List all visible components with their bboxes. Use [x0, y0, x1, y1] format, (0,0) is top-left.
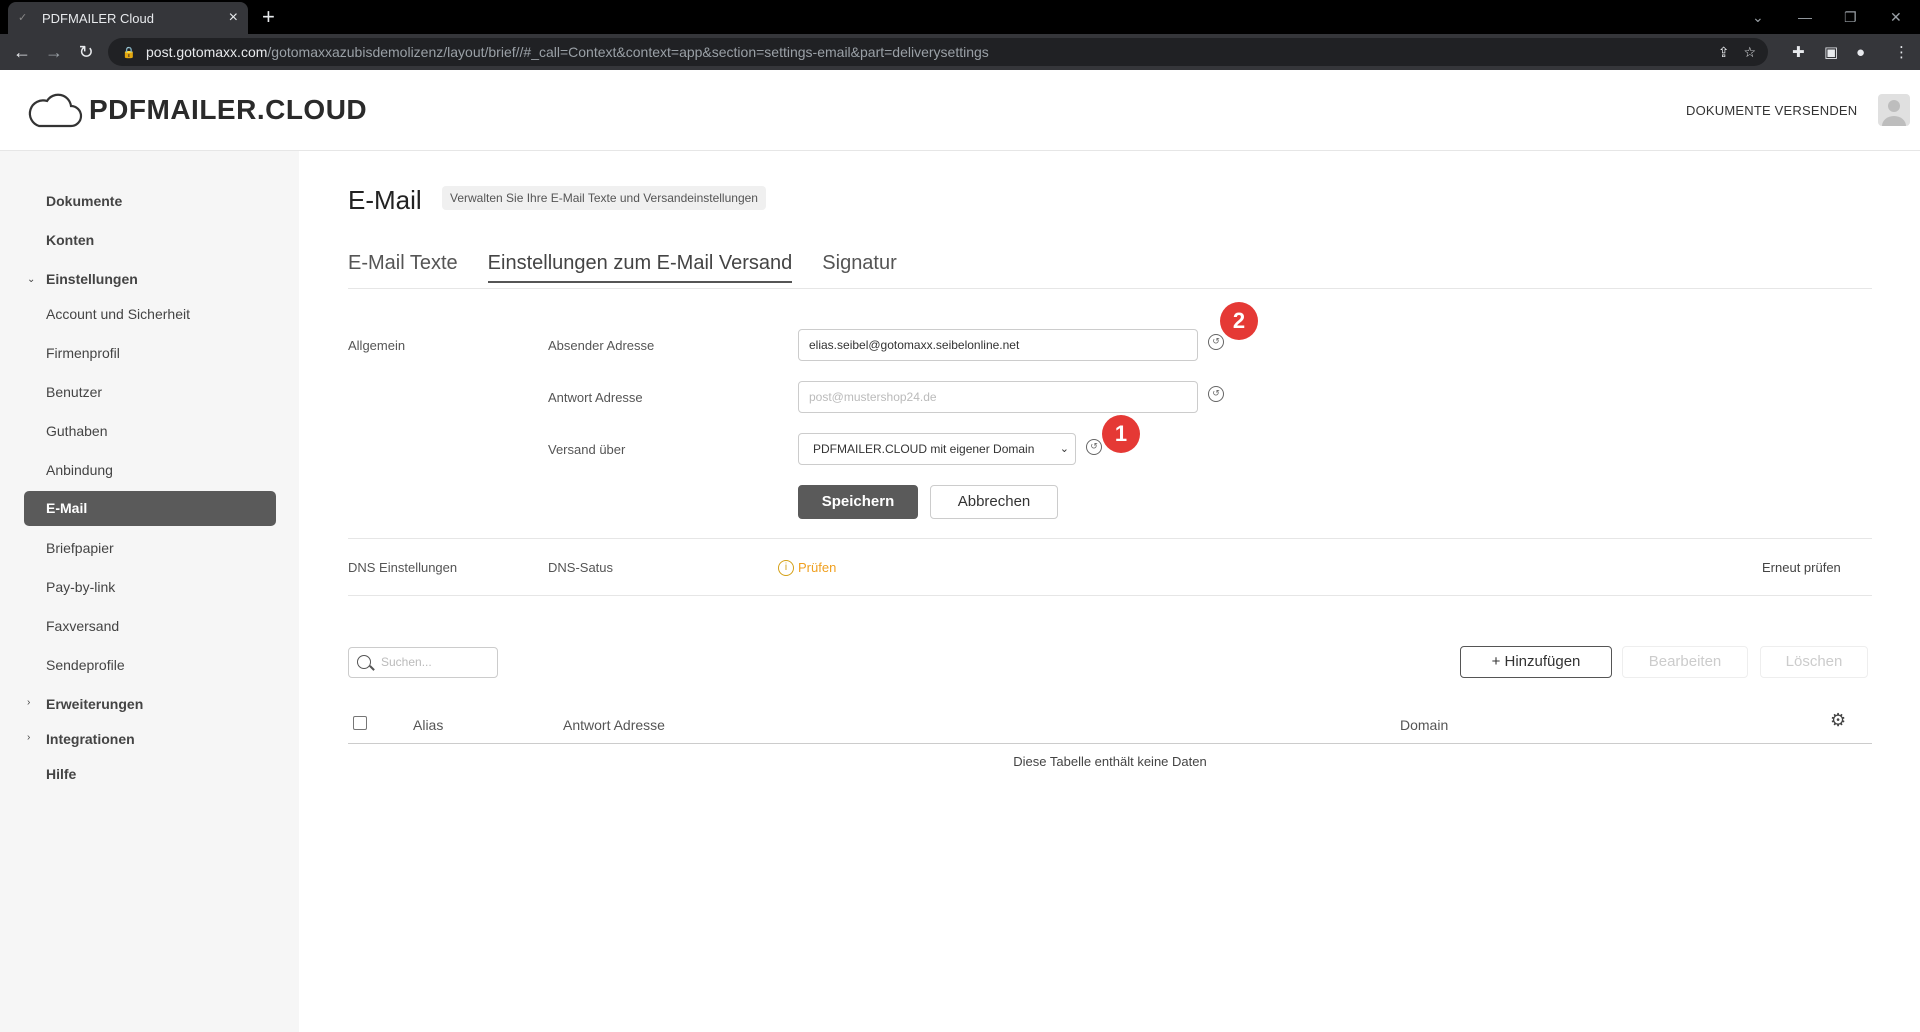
- side-panel-icon[interactable]: ▣: [1824, 34, 1838, 70]
- tab-search-icon[interactable]: ⌄: [1752, 0, 1764, 34]
- divider: [348, 595, 1872, 596]
- gear-icon[interactable]: ⚙: [1830, 710, 1846, 731]
- url-host: post.gotomaxx.com: [146, 44, 268, 60]
- close-tab-icon[interactable]: ×: [229, 9, 238, 27]
- annotation-badge-2: 2: [1220, 302, 1258, 340]
- tab-versand-einstellungen[interactable]: Einstellungen zum E-Mail Versand: [487, 252, 793, 283]
- table-empty-message: Diese Tabelle enthält keine Daten: [1013, 754, 1207, 769]
- profile-icon[interactable]: ●: [1856, 34, 1865, 70]
- page-title: E-Mail: [348, 185, 422, 215]
- close-window-icon[interactable]: ✕: [1890, 0, 1902, 34]
- tabs-divider: [348, 288, 1872, 289]
- chevron-down-icon: ⌄: [1059, 443, 1069, 455]
- annotation-badge-1: 1: [1102, 415, 1140, 453]
- sidebar-item-benutzer[interactable]: Benutzer: [46, 384, 102, 400]
- sidebar-item-briefpapier[interactable]: Briefpapier: [46, 540, 114, 556]
- delete-button[interactable]: Löschen: [1760, 646, 1868, 678]
- reply-address-input[interactable]: post@mustershop24.de: [798, 381, 1198, 413]
- sidebar-item-hilfe[interactable]: Hilfe: [46, 766, 76, 782]
- save-button[interactable]: Speichern: [798, 485, 918, 519]
- chevron-down-icon[interactable]: ⌄: [27, 274, 35, 285]
- add-button[interactable]: + Hinzufügen: [1460, 646, 1612, 678]
- sidebar-item-account[interactable]: Account und Sicherheit: [46, 306, 190, 322]
- sender-address-input[interactable]: elias.seibel@gotomaxx.seibelonline.net: [798, 329, 1198, 361]
- back-icon[interactable]: ←: [8, 34, 36, 70]
- sidebar-item-email[interactable]: E-Mail: [24, 491, 276, 526]
- address-bar[interactable]: 🔒 post.gotomaxx.com/gotomaxxazubisdemoli…: [108, 38, 1768, 66]
- minimize-icon[interactable]: —: [1798, 0, 1812, 34]
- sidebar-item-anbindung[interactable]: Anbindung: [46, 462, 113, 478]
- reset-icon[interactable]: ↺: [1208, 386, 1224, 402]
- reload-icon[interactable]: ↻: [72, 34, 100, 70]
- dns-status-value: Prüfen: [798, 560, 837, 575]
- sender-label: Absender Adresse: [548, 338, 655, 353]
- send-documents-link[interactable]: DOKUMENTE VERSENDEN: [1686, 103, 1857, 118]
- new-tab-icon[interactable]: +: [262, 4, 275, 30]
- url-path: /gotomaxxazubisdemolizenz/layout/brief//…: [267, 44, 989, 60]
- sidebar-item-dokumente[interactable]: Dokumente: [46, 193, 122, 209]
- edit-button[interactable]: Bearbeiten: [1622, 646, 1748, 678]
- select-all-checkbox[interactable]: [353, 716, 367, 730]
- divider: [348, 538, 1872, 539]
- menu-kebab-icon[interactable]: ⋮: [1894, 34, 1909, 70]
- reset-icon[interactable]: ↺: [1086, 439, 1102, 455]
- extensions-icon[interactable]: ✚: [1792, 34, 1805, 70]
- dns-status-label: DNS-Satus: [548, 560, 614, 575]
- column-header-alias[interactable]: Alias: [413, 717, 443, 733]
- sidebar-item-sendeprofile[interactable]: Sendeprofile: [46, 657, 125, 673]
- user-avatar-icon: [1882, 100, 1906, 126]
- sidebar-item-konten[interactable]: Konten: [46, 232, 94, 248]
- lock-icon: 🔒: [122, 46, 136, 59]
- table-header-divider: [348, 743, 1872, 744]
- sidebar-item-erweiterungen[interactable]: Erweiterungen: [46, 696, 143, 712]
- sidebar-item-firmenprofil[interactable]: Firmenprofil: [46, 345, 120, 361]
- browser-tab-title: PDFMAILER Cloud: [42, 10, 154, 26]
- delivery-via-value: PDFMAILER.CLOUD mit eigener Domain: [813, 442, 1035, 456]
- browser-tab[interactable]: ✓ PDFMAILER Cloud ×: [8, 2, 248, 34]
- column-header-antwort-adresse[interactable]: Antwort Adresse: [563, 717, 665, 733]
- browser-tabbar: [0, 0, 1920, 34]
- bookmark-star-icon[interactable]: ☆: [1743, 44, 1756, 61]
- column-header-domain[interactable]: Domain: [1400, 717, 1448, 733]
- favicon-icon: ✓: [18, 12, 28, 24]
- via-label: Versand über: [548, 442, 626, 457]
- cancel-button[interactable]: Abbrechen: [930, 485, 1058, 519]
- sidebar-item-integrationen[interactable]: Integrationen: [46, 731, 135, 747]
- sidebar: [0, 151, 299, 1032]
- sidebar-item-guthaben[interactable]: Guthaben: [46, 423, 108, 439]
- info-icon: i: [778, 560, 794, 576]
- page-subtitle: Verwalten Sie Ihre E-Mail Texte und Vers…: [442, 186, 766, 210]
- section-label-dns: DNS Einstellungen: [348, 560, 458, 575]
- chevron-right-icon[interactable]: ›: [27, 697, 30, 708]
- sidebar-item-faxversand[interactable]: Faxversand: [46, 618, 119, 634]
- reply-label: Antwort Adresse: [548, 390, 643, 405]
- share-icon[interactable]: ⇪: [1718, 44, 1730, 61]
- tab-signatur[interactable]: Signatur: [822, 252, 897, 283]
- forward-icon[interactable]: →: [40, 34, 68, 70]
- sidebar-item-einstellungen[interactable]: Einstellungen: [46, 271, 138, 287]
- recheck-link[interactable]: Erneut prüfen: [1762, 560, 1841, 575]
- section-label-allgemein: Allgemein: [348, 338, 406, 353]
- search-placeholder: Suchen...: [381, 655, 432, 669]
- delivery-via-select[interactable]: PDFMAILER.CLOUD mit eigener Domain ⌄: [798, 433, 1076, 465]
- restore-icon[interactable]: ❐: [1844, 0, 1857, 34]
- logo-text: PDFMAILER.CLOUD: [89, 94, 368, 125]
- search-input[interactable]: Suchen...: [348, 647, 498, 678]
- reset-icon[interactable]: ↺: [1208, 334, 1224, 350]
- tab-bar: E-Mail Texte Einstellungen zum E-Mail Ve…: [348, 252, 927, 283]
- logo[interactable]: PDFMAILER.CLOUD: [25, 90, 367, 130]
- cloud-logo-icon: [28, 93, 83, 128]
- sidebar-item-pay-by-link[interactable]: Pay-by-link: [46, 579, 115, 595]
- search-icon: [357, 655, 371, 669]
- tab-email-texte[interactable]: E-Mail Texte: [348, 252, 458, 283]
- chevron-right-icon[interactable]: ›: [27, 732, 30, 743]
- avatar[interactable]: [1878, 94, 1910, 126]
